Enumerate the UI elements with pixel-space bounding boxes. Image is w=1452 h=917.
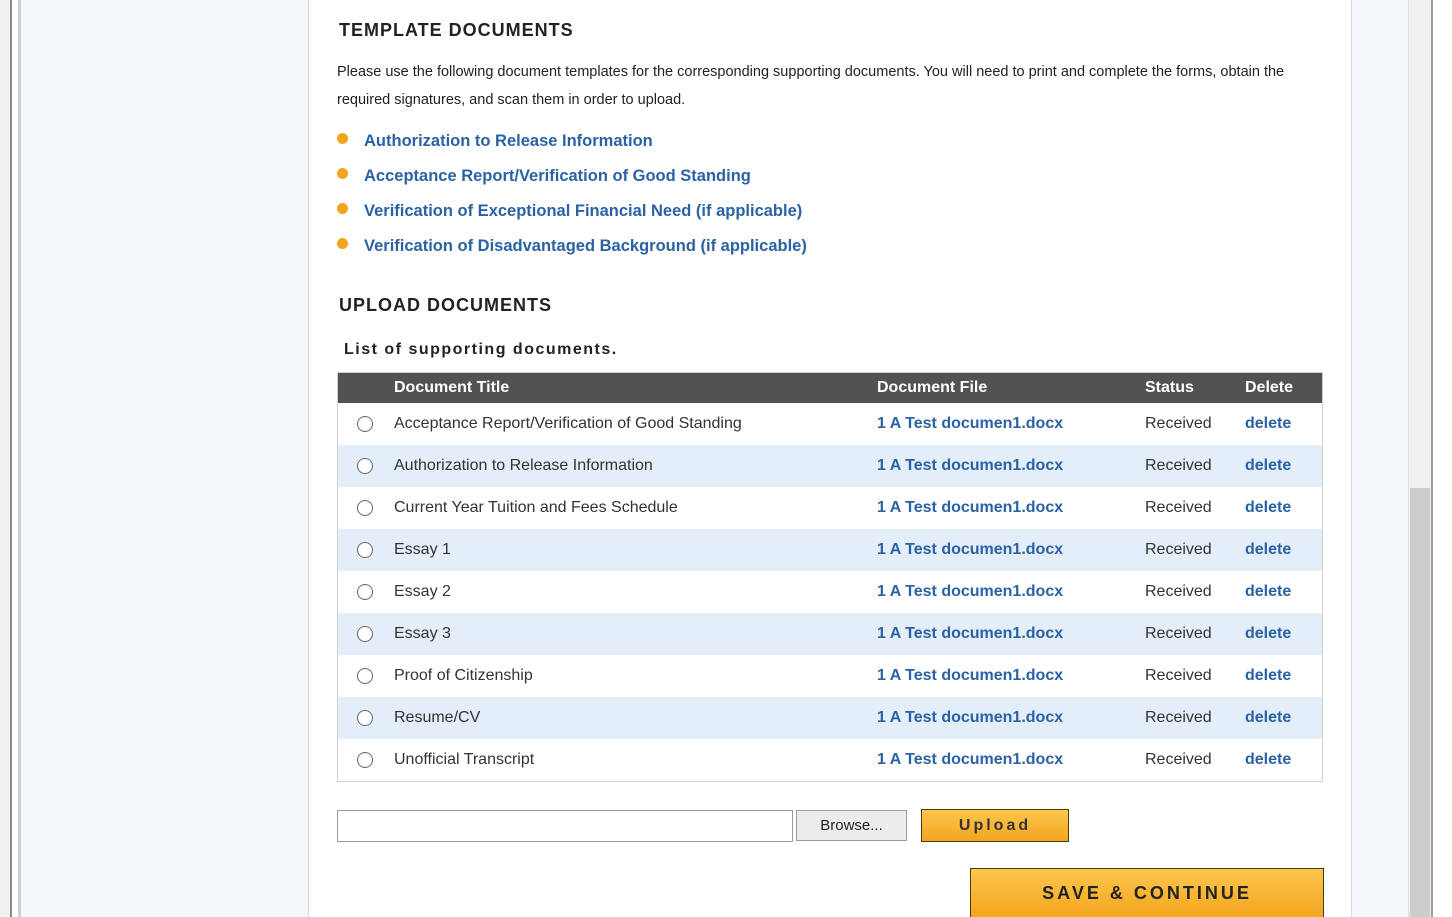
table-row: Essay 2 1 A Test documen1.docx Received … xyxy=(338,571,1323,613)
template-documents-heading: TEMPLATE DOCUMENTS xyxy=(339,20,574,40)
table-row: Essay 1 1 A Test documen1.docx Received … xyxy=(337,529,1323,571)
document-status: Received xyxy=(1145,697,1245,739)
row-select-radio[interactable] xyxy=(357,625,373,642)
document-file-link[interactable]: 1 A Test documen1.docx xyxy=(877,625,1063,642)
row-select-radio[interactable] xyxy=(357,583,373,600)
delete-link[interactable]: delete xyxy=(1245,625,1291,642)
table-row: Essay 3 1 A Test documen1.docx Received … xyxy=(337,613,1323,655)
document-file-link[interactable]: 1 A Test documen1.docx xyxy=(877,457,1063,474)
document-status: Received xyxy=(1145,499,1212,516)
document-status: Received xyxy=(1145,667,1212,684)
template-link-financial-need[interactable]: Verification of Exceptional Financial Ne… xyxy=(364,202,802,221)
column-header-document-file: Document File xyxy=(877,372,1145,403)
right-gutter-panel xyxy=(1351,0,1409,917)
bullet-icon xyxy=(337,168,348,179)
document-status: Received xyxy=(1145,445,1245,487)
document-title: Essay 2 xyxy=(394,583,451,600)
delete-link[interactable]: delete xyxy=(1245,751,1291,768)
document-title: Resume/CV xyxy=(394,697,877,739)
left-sidebar-panel xyxy=(21,0,309,917)
template-link-disadvantaged-background[interactable]: Verification of Disadvantaged Background… xyxy=(364,237,807,256)
delete-link[interactable]: delete xyxy=(1245,457,1291,474)
window-right-edge xyxy=(1431,0,1452,917)
table-row: Acceptance Report/Verification of Good S… xyxy=(338,403,1323,445)
document-title: Proof of Citizenship xyxy=(394,667,533,684)
column-header-delete: Delete xyxy=(1245,372,1323,403)
template-instructions: Please use the following document templa… xyxy=(337,64,1285,108)
document-file-link[interactable]: 1 A Test documen1.docx xyxy=(877,415,1063,432)
documents-list-caption: List of supporting documents. xyxy=(344,341,618,358)
document-file-link[interactable]: 1 A Test documen1.docx xyxy=(877,751,1063,768)
template-link-item: Verification of Exceptional Financial Ne… xyxy=(337,194,807,229)
delete-link[interactable]: delete xyxy=(1245,541,1291,558)
template-link-item: Acceptance Report/Verification of Good S… xyxy=(337,159,807,194)
row-select-radio[interactable] xyxy=(357,709,373,726)
template-link-authorization[interactable]: Authorization to Release Information xyxy=(364,132,653,151)
template-link-acceptance-report[interactable]: Acceptance Report/Verification of Good S… xyxy=(364,167,751,186)
delete-link[interactable]: delete xyxy=(1245,499,1291,516)
template-links-list: Authorization to Release Information Acc… xyxy=(337,124,807,264)
delete-link[interactable]: delete xyxy=(1245,415,1291,432)
document-status: Received xyxy=(1145,415,1212,432)
document-file-link[interactable]: 1 A Test documen1.docx xyxy=(877,583,1063,600)
delete-link[interactable]: delete xyxy=(1245,709,1291,726)
table-row: Authorization to Release Information 1 A… xyxy=(337,445,1323,487)
document-file-link[interactable]: 1 A Test documen1.docx xyxy=(877,541,1063,558)
table-row: Current Year Tuition and Fees Schedule 1… xyxy=(338,487,1323,529)
document-title: Unofficial Transcript xyxy=(394,751,535,768)
supporting-documents-table: Document Title Document File Status Dele… xyxy=(337,372,1323,782)
document-status: Received xyxy=(1145,583,1212,600)
table-row: Unofficial Transcript 1 A Test documen1.… xyxy=(338,739,1323,782)
file-path-input[interactable] xyxy=(337,810,793,842)
window-left-edge xyxy=(0,0,21,917)
document-status: Received xyxy=(1145,529,1245,571)
column-header-document-title: Document Title xyxy=(394,372,877,403)
document-status: Received xyxy=(1145,751,1212,768)
document-file-link[interactable]: 1 A Test documen1.docx xyxy=(877,709,1063,726)
row-select-radio[interactable] xyxy=(357,415,373,432)
scrollbar-thumb[interactable] xyxy=(1410,488,1430,917)
select-column-header xyxy=(337,372,394,403)
document-status: Received xyxy=(1145,613,1245,655)
document-title: Current Year Tuition and Fees Schedule xyxy=(394,499,678,516)
document-title: Authorization to Release Information xyxy=(394,445,877,487)
document-title: Acceptance Report/Verification of Good S… xyxy=(394,415,742,432)
save-and-continue-button[interactable]: SAVE & CONTINUE xyxy=(970,868,1324,917)
document-title: Essay 3 xyxy=(394,613,877,655)
row-select-radio[interactable] xyxy=(357,667,373,684)
template-link-item: Authorization to Release Information xyxy=(337,124,807,159)
column-header-status: Status xyxy=(1145,372,1245,403)
row-select-radio[interactable] xyxy=(357,541,373,558)
bullet-icon xyxy=(337,238,348,249)
table-row: Proof of Citizenship 1 A Test documen1.d… xyxy=(338,655,1323,697)
table-row: Resume/CV 1 A Test documen1.docx Receive… xyxy=(337,697,1323,739)
document-title: Essay 1 xyxy=(394,529,877,571)
document-file-link[interactable]: 1 A Test documen1.docx xyxy=(877,499,1063,516)
row-select-radio[interactable] xyxy=(357,499,373,516)
browse-button[interactable]: Browse... xyxy=(796,810,907,841)
upload-documents-heading: UPLOAD DOCUMENTS xyxy=(339,295,552,315)
document-file-link[interactable]: 1 A Test documen1.docx xyxy=(877,667,1063,684)
upload-button[interactable]: Upload xyxy=(921,809,1069,842)
delete-link[interactable]: delete xyxy=(1245,667,1291,684)
bullet-icon xyxy=(337,203,348,214)
table-header-row: Document Title Document File Status Dele… xyxy=(337,372,1323,403)
row-select-radio[interactable] xyxy=(357,751,373,768)
bullet-icon xyxy=(337,133,348,144)
delete-link[interactable]: delete xyxy=(1245,583,1291,600)
template-link-item: Verification of Disadvantaged Background… xyxy=(337,229,807,264)
row-select-radio[interactable] xyxy=(357,457,373,474)
